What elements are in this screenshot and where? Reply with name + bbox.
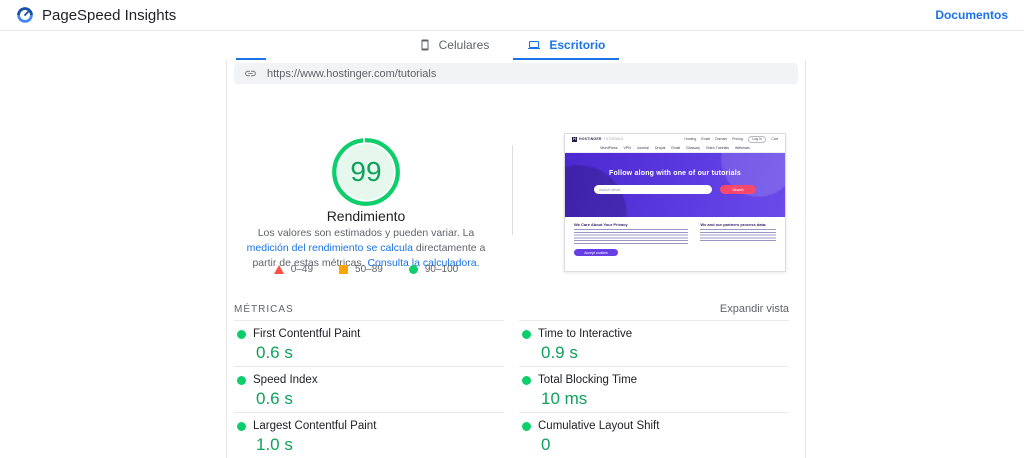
green-dot-icon <box>522 330 531 339</box>
thumb-partners-heading: We and our partners process data: <box>700 222 776 227</box>
metrics-grid: First Contentful Paint 0.6 s Time to Int… <box>234 320 789 458</box>
thumb-subnav: WordPress VPN Joomla! Drupal Email Gloss… <box>565 144 785 153</box>
thumb-cookie-banner: We Care About Your Privacy Accept cookie… <box>565 217 785 256</box>
report-card: https://www.hostinger.com/tutorials 99 R… <box>226 60 806 458</box>
app-header: PageSpeed Insights Documentos <box>0 0 1024 31</box>
thumb-accept-cookies-button: Accept cookies <box>574 249 618 256</box>
metric-value: 0.9 s <box>541 343 789 363</box>
metric-largest-contentful-paint: Largest Contentful Paint 1.0 s <box>234 412 504 458</box>
metric-value: 1.0 s <box>256 435 504 455</box>
url-bar: https://www.hostinger.com/tutorials <box>234 63 798 84</box>
performance-score: 99 <box>330 136 402 208</box>
expand-view-link[interactable]: Expandir vista <box>720 303 789 315</box>
thumb-nav-item: Pricing <box>732 137 743 141</box>
thumb-nav-item: Domain <box>715 137 727 141</box>
thumb-subnav-item: Glossary <box>686 146 700 150</box>
thumb-logo-text: HOSTINGER <box>579 137 602 141</box>
thumb-site-header: H HOSTINGER TUTORIALS Hosting Email Doma… <box>565 134 785 144</box>
green-dot-icon <box>237 376 246 385</box>
thumb-hero-banner: Follow along with one of our tutorials S… <box>565 153 785 217</box>
metric-name: Total Blocking Time <box>538 374 637 386</box>
thumb-subnav-item: VPN <box>624 146 631 150</box>
tab-escritorio-label: Escritorio <box>549 38 605 52</box>
thumb-privacy-heading: We Care About Your Privacy <box>574 222 688 227</box>
thumb-login-button: Log in <box>748 136 767 143</box>
metric-value: 10 ms <box>541 389 789 409</box>
score-legend: 0–49 50–89 90–100 <box>227 264 505 275</box>
thumb-privacy-textlines <box>574 229 688 246</box>
thumb-site-logo: H HOSTINGER TUTORIALS <box>572 137 623 142</box>
app-logo: PageSpeed Insights <box>16 6 176 24</box>
thumb-cart: Cart <box>771 137 778 141</box>
metric-value: 0.6 s <box>256 389 504 409</box>
metric-speed-index: Speed Index 0.6 s <box>234 366 504 412</box>
legend-range: 50–89 <box>355 264 383 275</box>
pagespeed-insights-app: PageSpeed Insights Documentos Celulares … <box>0 0 1024 458</box>
gauge-label: Rendimiento <box>227 208 505 224</box>
metric-name: Largest Contentful Paint <box>253 420 376 432</box>
hostinger-logo-icon: H <box>572 137 577 142</box>
legend-range: 0–49 <box>291 264 313 275</box>
device-tabs: Celulares Escritorio <box>0 32 1024 60</box>
desktop-icon <box>527 39 541 51</box>
metric-cumulative-layout-shift: Cumulative Layout Shift 0 <box>519 412 789 458</box>
legend-range: 90–100 <box>425 264 458 275</box>
thumb-nav-item: Email <box>701 137 710 141</box>
performance-gauge: 99 <box>330 136 402 208</box>
thumb-hero-title: Follow along with one of our tutorials <box>609 170 741 177</box>
thumb-search-input: Search article <box>594 185 712 194</box>
green-dot-icon <box>237 330 246 339</box>
metric-name: Cumulative Layout Shift <box>538 420 659 432</box>
thumb-partners-column: We and our partners process data: <box>700 222 776 256</box>
legend-item-pass: 90–100 <box>409 264 458 275</box>
thumb-search-row: Search article Search <box>594 185 756 194</box>
red-triangle-icon <box>274 265 284 274</box>
tab-celulares[interactable]: Celulares <box>405 32 504 60</box>
tab-escritorio[interactable]: Escritorio <box>513 32 619 60</box>
card-top-accent <box>236 58 266 60</box>
legend-item-fail: 0–49 <box>274 264 313 275</box>
metrics-section-title: MÉTRICAS <box>234 304 294 315</box>
legend-item-average: 50–89 <box>339 264 383 275</box>
link-icon <box>244 67 257 80</box>
metric-value: 0.6 s <box>256 343 504 363</box>
metric-total-blocking-time: Total Blocking Time 10 ms <box>519 366 789 412</box>
green-dot-icon <box>237 422 246 431</box>
vertical-divider <box>512 145 513 235</box>
thumb-partners-textlines <box>700 229 776 241</box>
metric-name: Time to Interactive <box>538 328 632 340</box>
thumb-nav-item: Hosting <box>684 137 696 141</box>
metric-value: 0 <box>541 435 789 455</box>
app-title: PageSpeed Insights <box>42 7 176 24</box>
tab-celulares-label: Celulares <box>439 38 490 52</box>
metrics-header: MÉTRICAS Expandir vista <box>234 303 789 315</box>
metric-name: First Contentful Paint <box>253 328 360 340</box>
pagespeed-logo-icon <box>16 6 34 24</box>
thumb-subnav-item: Email <box>671 146 680 150</box>
orange-square-icon <box>339 265 348 274</box>
page-url[interactable]: https://www.hostinger.com/tutorials <box>267 68 436 80</box>
docs-link[interactable]: Documentos <box>935 8 1008 22</box>
thumb-subnav-item: WordPress <box>600 146 617 150</box>
thumb-subnav-item: Drupal <box>655 146 665 150</box>
thumb-subnav-item: Video Tutorials <box>706 146 729 150</box>
thumb-privacy-column: We Care About Your Privacy Accept cookie… <box>574 222 688 256</box>
metric-name: Speed Index <box>253 374 318 386</box>
thumb-logo-suffix: TUTORIALS <box>604 137 624 141</box>
thumb-subnav-item: Joomla! <box>637 146 649 150</box>
thumb-subnav-item: Webinars <box>735 146 750 150</box>
metric-first-contentful-paint: First Contentful Paint 0.6 s <box>234 320 504 366</box>
smartphone-icon <box>419 39 431 51</box>
disclaimer-text: Los valores son estimados y pueden varia… <box>258 227 475 239</box>
thumb-search-button: Search <box>720 185 756 194</box>
green-circle-icon <box>409 265 418 274</box>
green-dot-icon <box>522 376 531 385</box>
metric-time-to-interactive: Time to Interactive 0.9 s <box>519 320 789 366</box>
green-dot-icon <box>522 422 531 431</box>
page-screenshot-thumbnail: H HOSTINGER TUTORIALS Hosting Email Doma… <box>564 133 786 272</box>
measurement-link[interactable]: medición del rendimiento se calcula <box>247 242 413 254</box>
thumb-site-nav: Hosting Email Domain Pricing Log in Cart <box>684 136 778 143</box>
